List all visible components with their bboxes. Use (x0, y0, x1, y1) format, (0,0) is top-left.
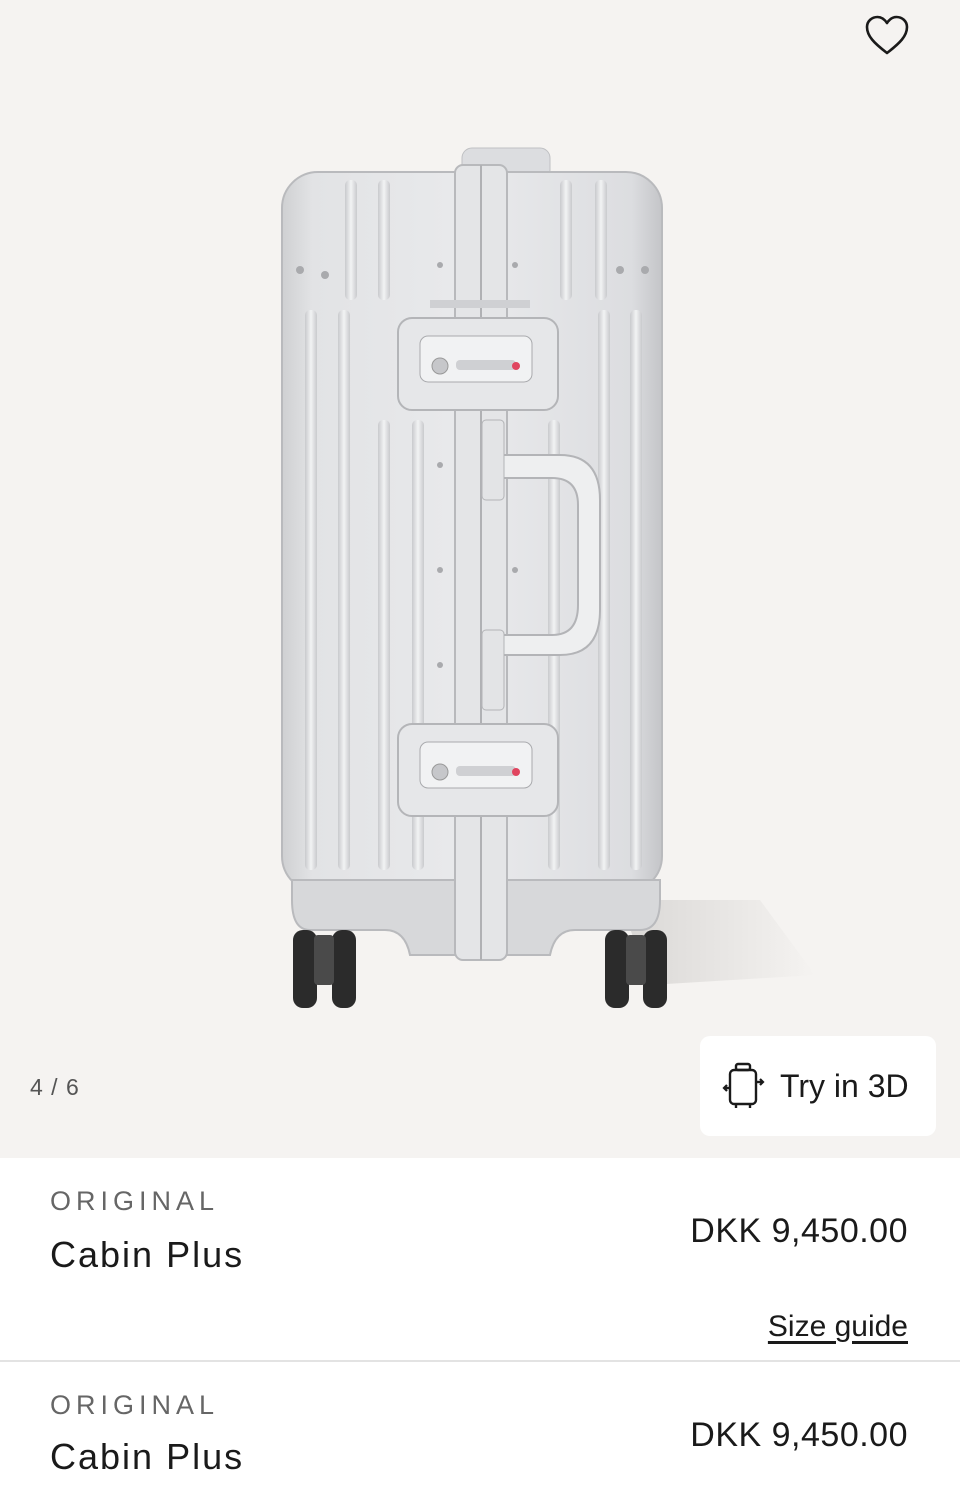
product-gallery: 4 / 6 Try in 3D (0, 0, 960, 1158)
product-name: Cabin Plus (50, 1436, 245, 1477)
favorite-button[interactable] (858, 8, 916, 62)
product-price: DKK 9,450.00 (690, 1416, 908, 1454)
size-guide-link[interactable]: Size guide (768, 1310, 908, 1344)
heart-outline-icon (865, 15, 909, 55)
sticky-product-bar: ORIGINAL Cabin Plus DKK 9,450.00 (0, 1364, 960, 1492)
product-summary: ORIGINAL Cabin Plus DKK 9,450.00 Size gu… (0, 1158, 960, 1362)
collection-label: ORIGINAL (50, 1186, 220, 1216)
suitcase-product-image[interactable] (0, 0, 960, 1060)
product-name: Cabin Plus (50, 1234, 245, 1275)
collection-label: ORIGINAL (50, 1390, 220, 1420)
luggage-3d-icon (722, 1062, 765, 1108)
try-in-3d-label: Try in 3D (780, 1067, 909, 1104)
try-in-3d-button[interactable]: Try in 3D (700, 1036, 936, 1136)
image-counter: 4 / 6 (30, 1074, 80, 1100)
product-price: DKK 9,450.00 (690, 1212, 908, 1250)
